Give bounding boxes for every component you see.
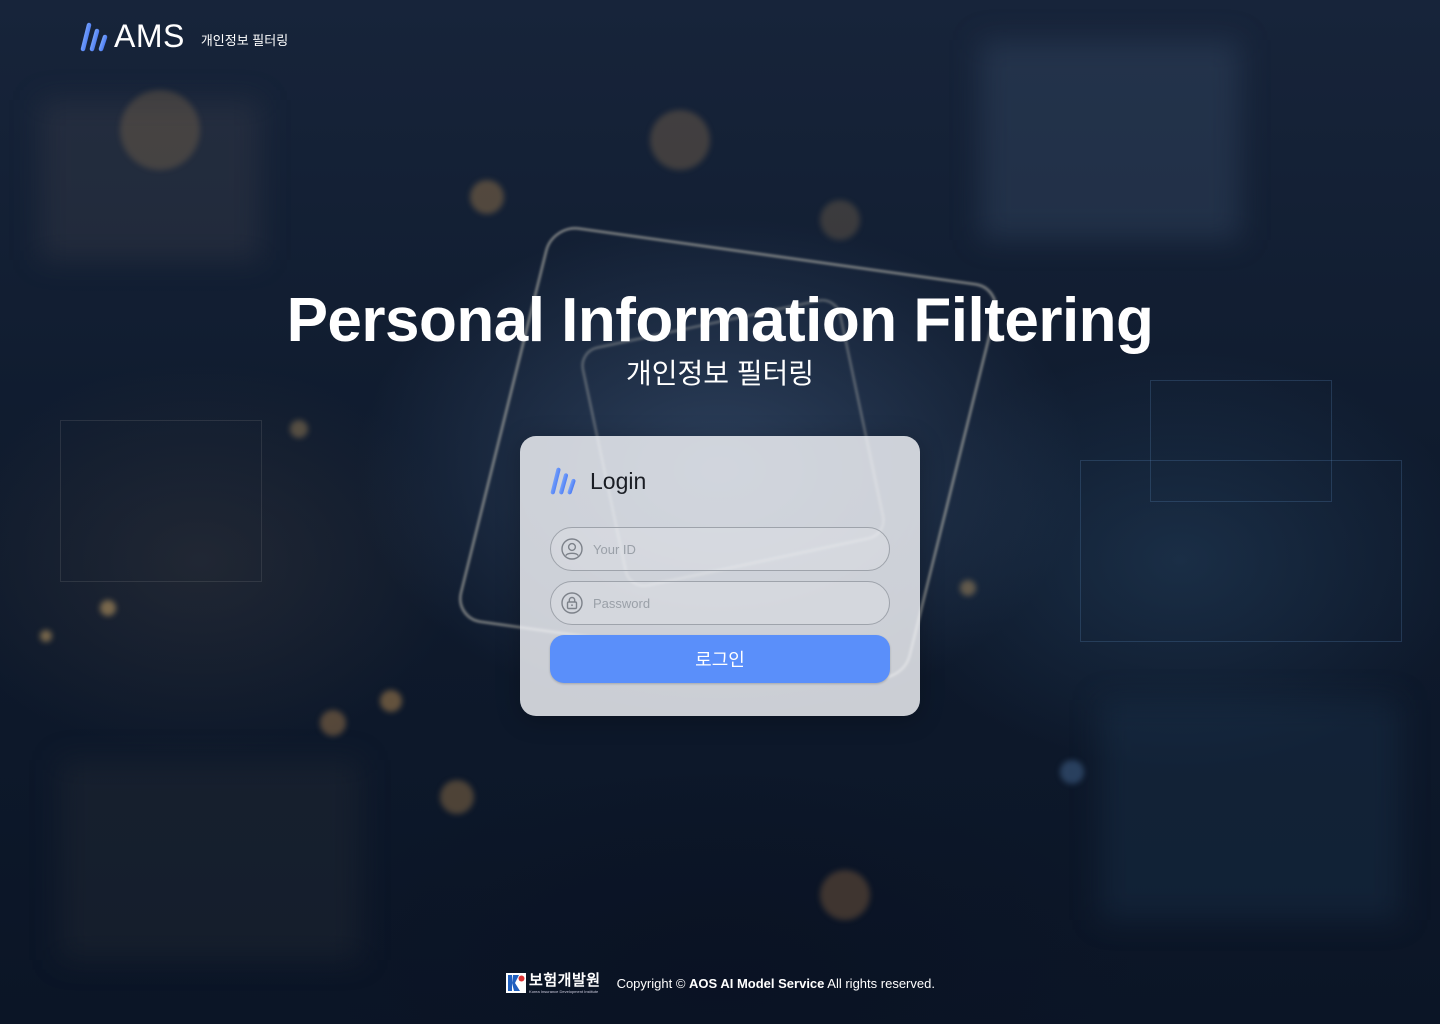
header-logo[interactable]: AMS 개인정보 필터링 xyxy=(80,18,288,55)
login-button[interactable]: 로그인 xyxy=(550,635,890,683)
brand-subtitle: 개인정보 필터링 xyxy=(200,33,289,48)
ams-logo-icon xyxy=(80,22,108,51)
org-name: 보험개발원 xyxy=(529,971,601,989)
id-field[interactable] xyxy=(550,527,890,571)
rights-text: All rights reserved. xyxy=(827,975,935,991)
lock-icon xyxy=(561,592,583,614)
user-icon xyxy=(561,538,583,560)
kidi-logo-icon xyxy=(506,973,527,993)
login-title: Login xyxy=(590,467,647,494)
copyright-symbol: © xyxy=(675,975,686,991)
ams-logo-icon xyxy=(550,467,576,495)
kidi-logo: 보험개발원 Korea Insurance Development Instit… xyxy=(505,972,601,994)
hero: Personal Information Filtering 개인정보 필터링 xyxy=(0,284,1440,392)
page-title: Personal Information Filtering xyxy=(286,286,1154,355)
company-name: AOS AI Model Service xyxy=(689,975,825,991)
copyright-text: Copyright © AOS AI Model Service All rig… xyxy=(617,976,935,991)
brand-name: AMS xyxy=(114,18,185,54)
password-input[interactable] xyxy=(591,594,875,612)
footer: 보험개발원 Korea Insurance Development Instit… xyxy=(0,972,1440,994)
copyright-prefix: Copyright xyxy=(616,975,673,991)
page-subtitle: 개인정보 필터링 xyxy=(625,358,815,389)
login-card: Login 로그인 xyxy=(520,436,920,716)
org-name-en: Korea Insurance Development Institute xyxy=(529,988,599,994)
id-input[interactable] xyxy=(591,540,875,558)
login-header: Login xyxy=(550,466,646,496)
password-field[interactable] xyxy=(550,581,890,625)
